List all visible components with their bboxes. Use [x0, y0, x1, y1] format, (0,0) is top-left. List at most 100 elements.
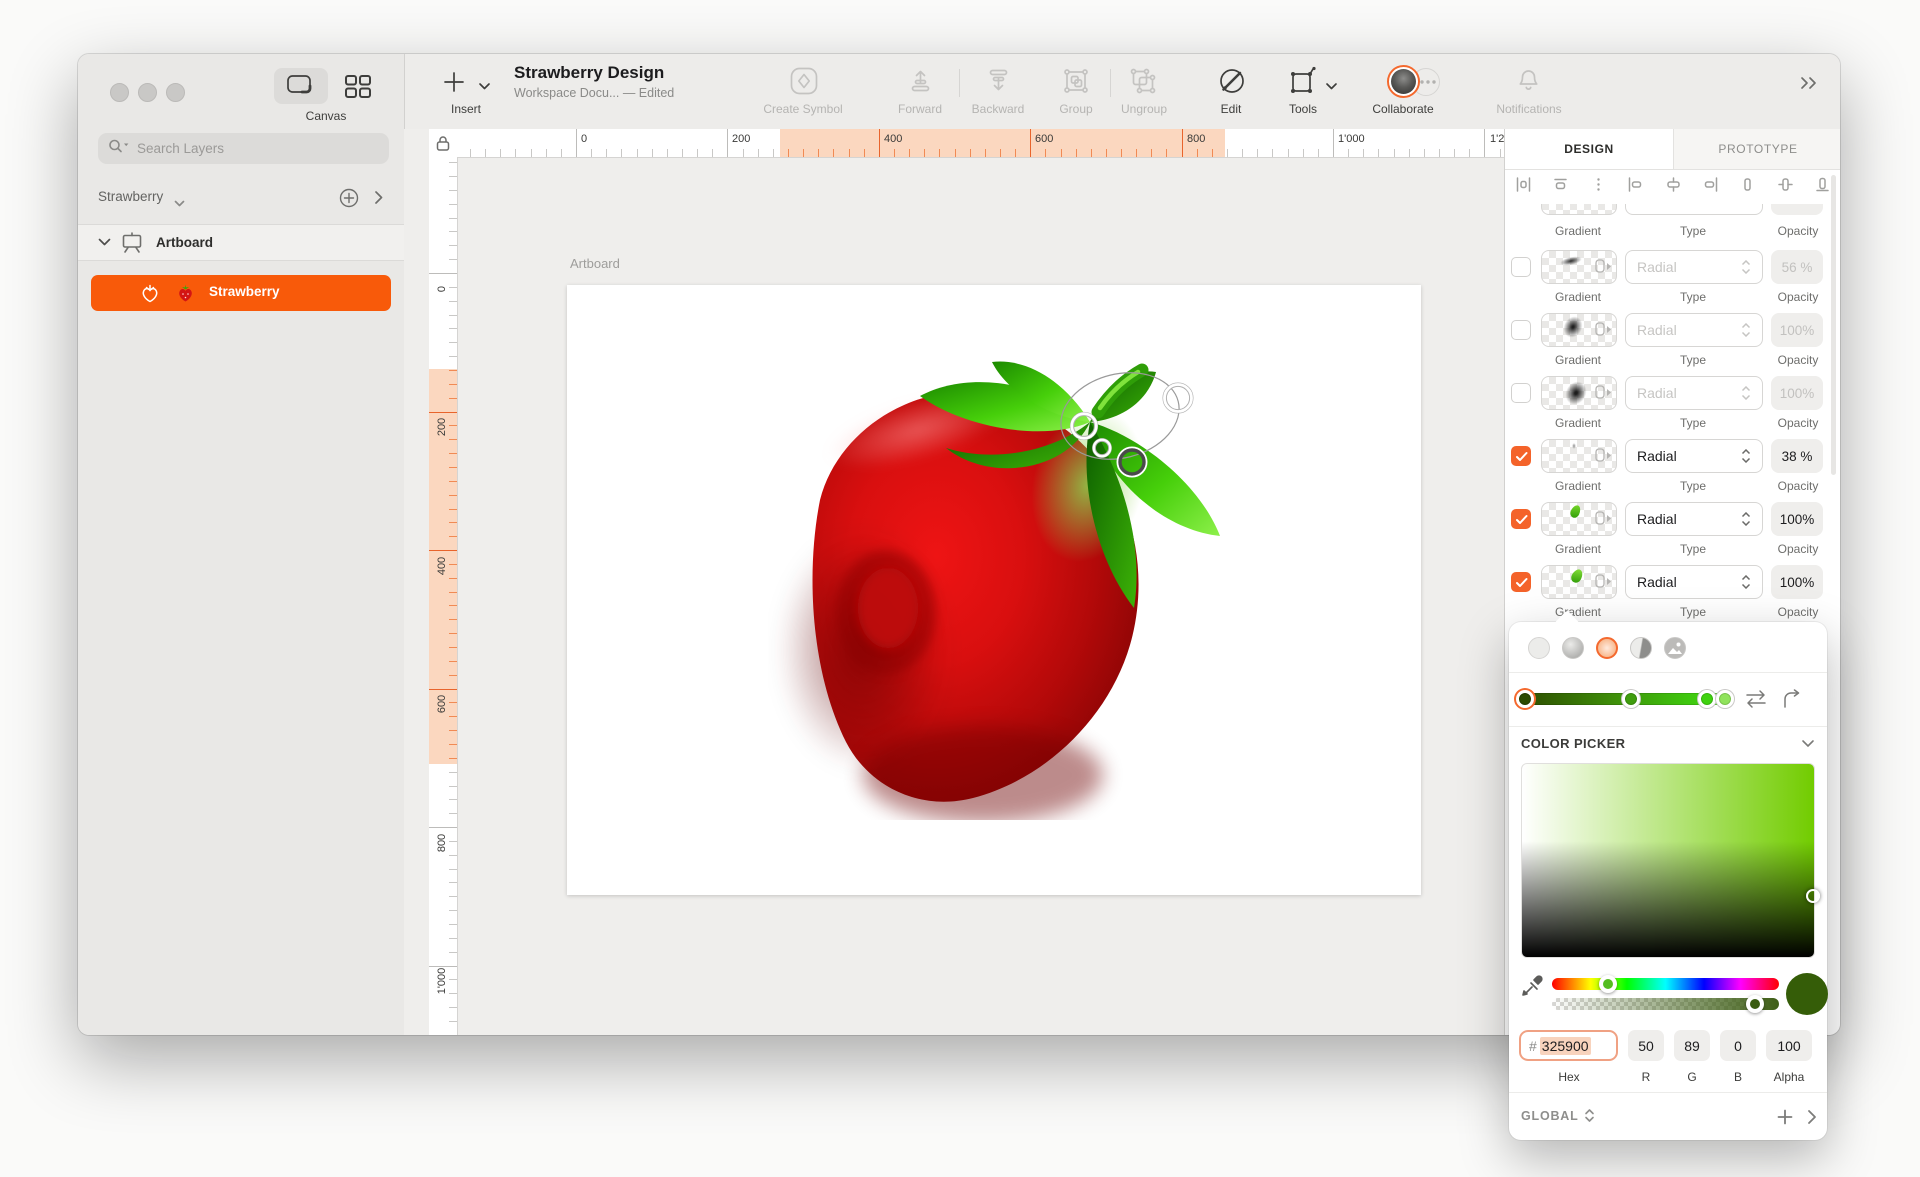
gradient-checkbox[interactable]: [1511, 320, 1531, 340]
red-field[interactable]: 50: [1628, 1030, 1664, 1061]
align-bottom-icon[interactable]: [1814, 176, 1831, 193]
ruler-horizontal[interactable]: 0 200 400 600 800 1'000 1'200: [457, 129, 1504, 158]
saturation-selector[interactable]: [1806, 889, 1820, 903]
layer-row-strawberry[interactable]: Strawberry: [91, 275, 391, 311]
alpha-slider[interactable]: [1552, 998, 1779, 1010]
gradient-swatch[interactable]: [1541, 439, 1617, 473]
artboard-row[interactable]: Artboard: [78, 224, 404, 261]
opacity-field[interactable]: 38 %: [1771, 439, 1823, 473]
search-input[interactable]: Search Layers: [98, 133, 389, 164]
hex-field[interactable]: # 325900: [1519, 1030, 1618, 1061]
color-picker-chevron-down-icon[interactable]: [1801, 739, 1815, 748]
page-selector[interactable]: Strawberry: [98, 189, 163, 204]
align-top-icon[interactable]: [1739, 176, 1756, 193]
gradient-swatch[interactable]: [1541, 204, 1617, 215]
alpha-knob[interactable]: [1746, 995, 1764, 1013]
global-presets-selector[interactable]: GLOBAL: [1521, 1108, 1595, 1123]
color-picker-header[interactable]: COLOR PICKER: [1521, 736, 1625, 751]
gradient-checkbox[interactable]: [1511, 257, 1531, 277]
collaborate-avatar[interactable]: [1387, 65, 1420, 98]
edit-button[interactable]: [1218, 67, 1246, 100]
fill-angular-button[interactable]: [1630, 637, 1652, 659]
traffic-light-minimize[interactable]: [138, 83, 157, 102]
grid-view-icon[interactable]: [344, 74, 372, 105]
forward-button[interactable]: [907, 67, 934, 99]
fill-image-button[interactable]: [1664, 637, 1686, 659]
type-dropdown[interactable]: [1625, 204, 1763, 215]
type-dropdown[interactable]: Radial: [1625, 313, 1763, 347]
rotate-gradient-icon[interactable]: [1781, 689, 1803, 709]
current-color-swatch[interactable]: [1786, 973, 1828, 1015]
tools-button[interactable]: [1288, 66, 1318, 101]
opacity-field[interactable]: 100%: [1771, 565, 1823, 599]
type-dropdown[interactable]: Radial: [1625, 439, 1763, 473]
page-chevron-right-icon[interactable]: [374, 190, 384, 210]
opacity-field[interactable]: 100%: [1771, 376, 1823, 410]
notifications-button[interactable]: [1515, 67, 1542, 99]
distribute-vertically-icon[interactable]: [1552, 176, 1569, 193]
opacity-field[interactable]: 100%: [1771, 502, 1823, 536]
insert-button[interactable]: [442, 70, 466, 99]
saturation-brightness-box[interactable]: [1521, 763, 1815, 958]
traffic-light-close[interactable]: [110, 83, 129, 102]
traffic-light-zoom[interactable]: [166, 83, 185, 102]
align-right-icon[interactable]: [1702, 176, 1719, 193]
reverse-gradient-icon[interactable]: [1743, 689, 1769, 709]
artboard-title[interactable]: Artboard: [570, 256, 620, 271]
gradient-checkbox[interactable]: [1511, 446, 1531, 466]
gradient-swatch[interactable]: [1541, 565, 1617, 599]
gradient-swatch[interactable]: [1541, 250, 1617, 284]
scrollbar-thumb[interactable]: [1831, 175, 1836, 475]
align-middle-vertical-icon[interactable]: [1777, 176, 1794, 193]
group-button[interactable]: [1062, 67, 1090, 100]
gradient-stop[interactable]: [1698, 690, 1716, 708]
create-symbol-button[interactable]: [789, 66, 819, 101]
add-preset-icon[interactable]: [1777, 1109, 1793, 1125]
gradient-checkbox[interactable]: [1511, 383, 1531, 403]
eyedropper-icon[interactable]: [1521, 974, 1547, 1000]
gradient-swatch[interactable]: [1541, 376, 1617, 410]
gradient-checkbox[interactable]: [1511, 572, 1531, 592]
ungroup-button[interactable]: [1129, 67, 1157, 100]
more-alignment-icon[interactable]: [1590, 176, 1607, 193]
tab-design[interactable]: DESIGN: [1505, 129, 1673, 169]
green-field[interactable]: 89: [1674, 1030, 1710, 1061]
opacity-field[interactable]: 100%: [1771, 313, 1823, 347]
canvas-area[interactable]: Artboard: [404, 129, 1504, 1035]
strawberry-artwork[interactable]: [768, 350, 1238, 820]
gradient-stop[interactable]: [1622, 690, 1640, 708]
type-dropdown[interactable]: Radial: [1625, 376, 1763, 410]
tab-prototype[interactable]: PROTOTYPE: [1673, 129, 1840, 169]
opacity-field[interactable]: [1771, 204, 1823, 215]
presets-chevron-right-icon[interactable]: [1807, 1109, 1817, 1125]
align-center-horizontal-icon[interactable]: [1665, 176, 1682, 193]
gradient-swatch[interactable]: [1541, 313, 1617, 347]
add-page-button[interactable]: [338, 187, 360, 214]
hue-knob[interactable]: [1599, 975, 1617, 993]
lock-icon[interactable]: [436, 135, 450, 151]
fill-solid-button[interactable]: [1562, 637, 1584, 659]
distribute-horizontally-icon[interactable]: [1515, 176, 1532, 193]
type-dropdown[interactable]: Radial: [1625, 250, 1763, 284]
gradient-checkbox[interactable]: [1511, 509, 1531, 529]
hue-slider[interactable]: [1552, 978, 1779, 990]
fill-none-button[interactable]: [1528, 637, 1550, 659]
insert-chevron-down-icon[interactable]: [478, 78, 491, 96]
alpha-field[interactable]: 100: [1766, 1030, 1812, 1061]
fill-gradient-button[interactable]: [1596, 637, 1618, 659]
tools-chevron-down-icon[interactable]: [1325, 78, 1338, 96]
blue-field[interactable]: 0: [1720, 1030, 1756, 1061]
canvas-view-toggle[interactable]: [274, 68, 328, 104]
type-dropdown[interactable]: Radial: [1625, 502, 1763, 536]
ruler-tick: [606, 149, 607, 157]
ruler-vertical[interactable]: 0 200 400 600 800 1'000: [429, 129, 458, 1035]
gradient-stop[interactable]: [1716, 690, 1734, 708]
align-left-icon[interactable]: [1627, 176, 1644, 193]
opacity-field[interactable]: 56 %: [1771, 250, 1823, 284]
gradient-swatch[interactable]: [1541, 502, 1617, 536]
type-dropdown[interactable]: Radial: [1625, 565, 1763, 599]
gradient-stop-selected[interactable]: [1516, 690, 1534, 708]
overflow-chevrons-icon[interactable]: [1799, 76, 1821, 95]
backward-button[interactable]: [985, 67, 1012, 99]
type-label: Type: [1680, 224, 1706, 238]
